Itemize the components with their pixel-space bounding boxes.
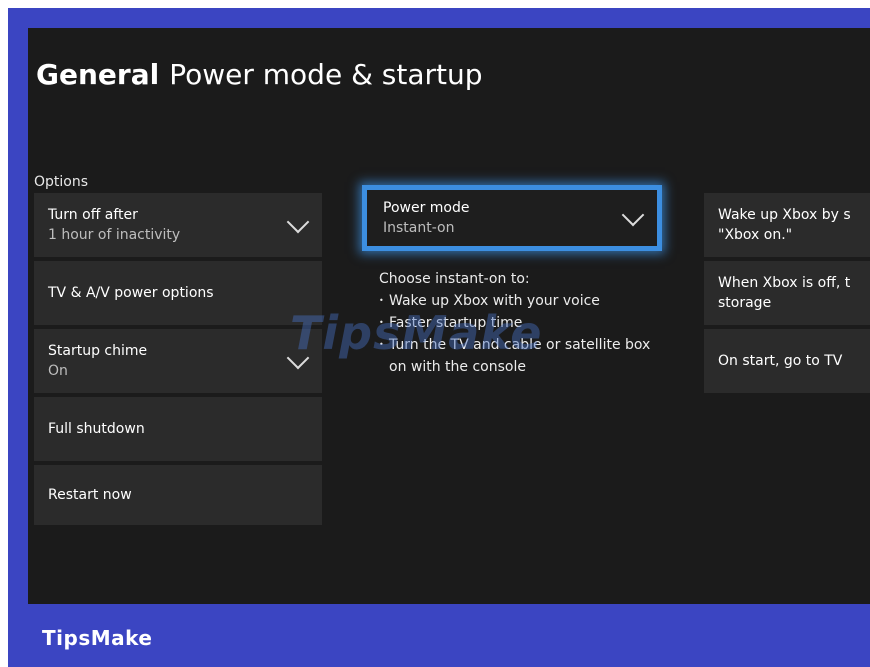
full-shutdown-button[interactable]: Full shutdown	[34, 397, 322, 461]
page-subtitle: Power mode & startup	[169, 58, 483, 91]
outer-frame: General Power mode & startup Options Turn…	[8, 8, 870, 667]
when-off-line1: When Xbox is off, t	[718, 275, 851, 291]
options-label: Options	[34, 174, 89, 190]
full-shutdown-label: Full shutdown	[48, 421, 145, 437]
turn-off-after-label: Turn off after	[48, 207, 138, 223]
description-heading: Choose instant-on to:	[379, 271, 530, 287]
startup-chime-dropdown[interactable]: Startup chime On	[34, 329, 322, 393]
brand-logo: TipsMake	[42, 626, 153, 650]
tv-av-power-options-label: TV & A/V power options	[48, 285, 214, 301]
wake-up-xbox-toggle[interactable]: Wake up Xbox by s "Xbox on."	[704, 193, 870, 257]
on-start-label: On start, go to TV	[718, 353, 843, 369]
startup-chime-value: On	[48, 363, 68, 379]
power-mode-description: Choose instant-on to: Wake up Xbox with …	[379, 268, 659, 378]
when-xbox-off-toggle[interactable]: When Xbox is off, t storage	[704, 261, 870, 325]
on-start-go-to-tv-toggle[interactable]: On start, go to TV	[704, 329, 870, 393]
wake-up-line2: "Xbox on."	[718, 227, 793, 243]
settings-screen: General Power mode & startup Options Turn…	[28, 28, 870, 604]
tv-av-power-options-button[interactable]: TV & A/V power options	[34, 261, 322, 325]
list-item: Turn the TV and cable or satellite box o…	[379, 334, 659, 378]
power-mode-value: Instant-on	[383, 220, 455, 236]
power-mode-label: Power mode	[383, 200, 470, 216]
turn-off-after-dropdown[interactable]: Turn off after 1 hour of inactivity	[34, 193, 322, 257]
startup-chime-label: Startup chime	[48, 343, 148, 359]
power-mode-dropdown[interactable]: Power mode Instant-on	[362, 185, 662, 251]
section-title: General	[36, 58, 160, 91]
list-item: Wake up Xbox with your voice	[379, 290, 659, 312]
restart-now-button[interactable]: Restart now	[34, 465, 322, 525]
restart-now-label: Restart now	[48, 487, 132, 503]
turn-off-after-value: 1 hour of inactivity	[48, 227, 181, 243]
page-title: General Power mode & startup	[36, 58, 483, 91]
when-off-line2: storage	[718, 295, 772, 311]
list-item: Faster startup time	[379, 312, 659, 334]
wake-up-line1: Wake up Xbox by s	[718, 207, 851, 223]
